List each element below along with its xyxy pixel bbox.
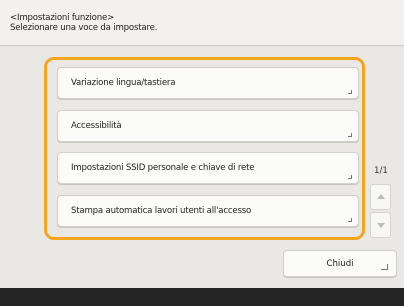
menu-item-label: Stampa automatica lavori utenti all'acce… [71,206,252,216]
close-button[interactable]: Chiudi [283,250,397,277]
menu-item-language-keyboard[interactable]: Variazione lingua/tastiera [57,67,359,99]
scroll-up-button[interactable] [370,184,391,210]
bottom-bar [0,288,404,306]
menu-item-label: Impostazioni SSID personale e chiave di … [71,163,255,173]
corner-arrow-icon [348,218,352,222]
page-indicator: 1/1 [374,166,388,176]
header: <Impostazioni funzione> Selezionare una … [0,0,404,46]
scroll-down-button[interactable] [370,212,391,238]
corner-arrow-icon [348,90,352,94]
corner-arrow-icon [348,133,352,137]
menu-item-auto-print-on-login[interactable]: Stampa automatica lavori utenti all'acce… [57,195,359,227]
return-icon [381,264,388,270]
corner-arrow-icon [348,175,352,179]
menu-item-label: Accessibilità [71,121,122,131]
menu-item-ssid-network-key[interactable]: Impostazioni SSID personale e chiave di … [57,152,359,184]
screen-instruction: Selezionare una voce da impostare. [10,23,158,33]
menu-item-accessibility[interactable]: Accessibilità [57,110,359,142]
menu-item-label: Variazione lingua/tastiera [71,78,176,88]
arrow-up-icon [377,194,385,199]
arrow-down-icon [377,223,385,228]
close-button-label: Chiudi [326,259,354,269]
